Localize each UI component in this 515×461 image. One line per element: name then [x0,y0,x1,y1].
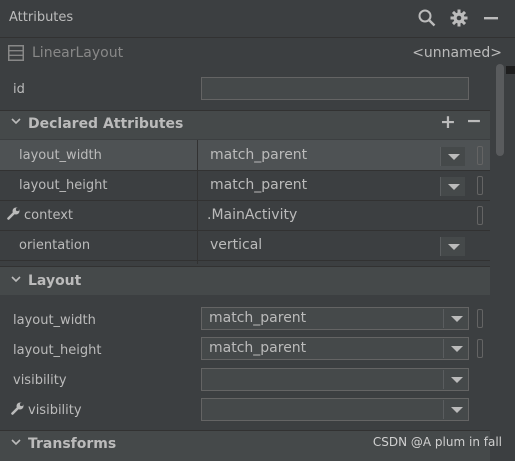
dropdown-button[interactable] [440,237,465,256]
watermark: CSDN @A plum in fall [372,435,502,449]
chevron-down-icon [451,316,463,322]
panel-title: Attributes [9,10,74,25]
chevron-down-icon[interactable] [10,273,22,288]
resource-picker-button[interactable] [477,146,483,165]
declared-attributes-title: Declared Attributes [28,116,184,132]
layout-section-title: Layout [28,273,82,289]
scrollbar-thumb[interactable] [496,64,504,156]
gear-icon[interactable] [450,9,468,27]
wrench-icon [11,402,24,419]
dropdown-button[interactable] [443,309,468,328]
component-type: LinearLayout [32,45,124,61]
layout-row-label: visibility [28,403,82,418]
wrench-icon [7,207,20,224]
declared-row-label[interactable]: context [24,208,73,223]
remove-attribute-button[interactable]: − [466,110,482,132]
resource-picker-button[interactable] [477,206,483,225]
layout-row-label: layout_height [13,343,102,358]
declared-row-label[interactable]: layout_height [19,178,108,193]
id-field[interactable] [201,77,469,100]
chevron-down-icon[interactable] [10,436,22,451]
declared-row-value[interactable]: match_parent [210,147,307,163]
layout-width-select[interactable]: match_parent [201,307,469,330]
dropdown-button[interactable] [443,400,468,419]
declared-row-label[interactable]: orientation [19,238,90,253]
corner-marker [506,66,515,74]
grid-line [0,230,490,231]
dropdown-button[interactable] [443,370,468,389]
add-attribute-button[interactable]: + [440,111,456,133]
column-divider [197,140,198,264]
declared-row-label[interactable]: layout_width [19,148,102,163]
panel-title-bar [0,0,515,38]
dropdown-button[interactable] [440,147,465,166]
search-icon[interactable] [418,9,436,27]
chevron-down-icon [451,407,463,413]
chevron-down-icon [448,184,460,190]
visibility-select[interactable] [201,368,469,391]
component-id: <unnamed> [412,45,502,61]
grid-line [0,260,490,261]
declared-row-value[interactable]: vertical [210,237,262,253]
layout-row-label: layout_width [13,313,96,328]
transforms-section-title: Transforms [28,436,117,452]
declared-row-value[interactable]: match_parent [210,177,307,193]
chevron-down-icon [448,244,460,250]
chevron-down-icon [451,377,463,383]
grid-line [0,170,490,171]
minimize-icon[interactable] [482,9,500,27]
tools-visibility-select[interactable] [201,398,469,421]
resource-picker-button[interactable] [477,309,483,328]
layout-height-select[interactable]: match_parent [201,337,469,360]
chevron-down-icon [448,154,460,160]
resource-picker-button[interactable] [477,176,483,195]
grid-line [0,200,490,201]
dropdown-button[interactable] [443,339,468,358]
dropdown-button[interactable] [440,177,465,196]
layout-row-label: visibility [13,373,67,388]
chevron-down-icon[interactable] [10,115,22,130]
linear-layout-icon [8,45,24,61]
resource-picker-button[interactable] [477,339,483,358]
chevron-down-icon [451,346,463,352]
id-label: id [13,82,25,97]
declared-row-value[interactable]: .MainActivity [207,207,297,223]
